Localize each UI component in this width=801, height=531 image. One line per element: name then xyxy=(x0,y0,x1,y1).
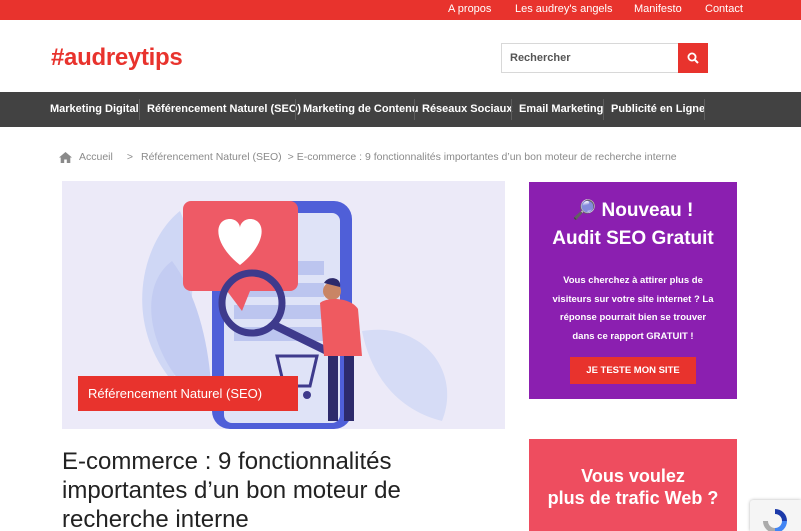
recaptcha-icon xyxy=(763,509,787,531)
promo-heading-new: 🔎 Nouveau ! xyxy=(572,200,694,221)
promo-audit-seo: 🔎 Nouveau ! Audit SEO Gratuit Vous cherc… xyxy=(529,182,737,399)
search-button[interactable] xyxy=(678,43,708,73)
top-link-audreys-angels[interactable]: Les audrey's angels xyxy=(515,3,613,15)
promo-traffic-line2: plus de trafic Web ? xyxy=(547,488,719,508)
test-site-button[interactable]: JE TESTE MON SITE xyxy=(570,357,696,384)
promo-traffic-line1: Vous voulez xyxy=(581,466,685,486)
breadcrumb-separator: > xyxy=(126,151,133,163)
nav-divider xyxy=(704,99,705,120)
nav-item-seo[interactable]: Référencement Naturel (SEO) xyxy=(140,92,308,127)
nav-item-marketing-digital[interactable]: Marketing Digital xyxy=(43,92,146,127)
top-bar: A propos Les audrey's angels Manifesto C… xyxy=(0,0,801,20)
site-logo[interactable]: #audreytips xyxy=(51,44,183,72)
main-nav: Marketing Digital Référencement Naturel … xyxy=(0,92,801,127)
breadcrumb-current: > E-commerce : 9 fonctionnalités importa… xyxy=(287,151,677,163)
article-title[interactable]: E-commerce : 9 fonctionnalités important… xyxy=(62,447,512,531)
promo-heading-audit: Audit SEO Gratuit xyxy=(552,228,714,249)
breadcrumb-category[interactable]: Référencement Naturel (SEO) xyxy=(141,151,282,163)
nav-item-marketing-contenu[interactable]: Marketing de Contenu xyxy=(296,92,426,127)
top-link-a-propos[interactable]: A propos xyxy=(448,3,491,15)
breadcrumb-home[interactable]: Accueil xyxy=(79,151,113,163)
nav-item-reseaux-sociaux[interactable]: Réseaux Sociaux xyxy=(415,92,520,127)
nav-item-publicite[interactable]: Publicité en Ligne xyxy=(604,92,712,127)
nav-item-email-marketing[interactable]: Email Marketing xyxy=(512,92,610,127)
promo-description: Vous cherchez à attirer plus de visiteur… xyxy=(552,275,714,342)
category-badge[interactable]: Référencement Naturel (SEO) xyxy=(78,376,298,411)
top-link-contact[interactable]: Contact xyxy=(705,3,743,15)
search-icon xyxy=(687,52,699,64)
search-input[interactable] xyxy=(501,43,679,73)
top-link-manifesto[interactable]: Manifesto xyxy=(634,3,682,15)
breadcrumb: Accueil > Référencement Naturel (SEO) > … xyxy=(59,151,683,163)
promo-web-traffic[interactable]: Vous voulez plus de trafic Web ? xyxy=(529,439,737,531)
home-icon[interactable] xyxy=(59,151,72,163)
recaptcha-badge[interactable] xyxy=(750,500,801,531)
